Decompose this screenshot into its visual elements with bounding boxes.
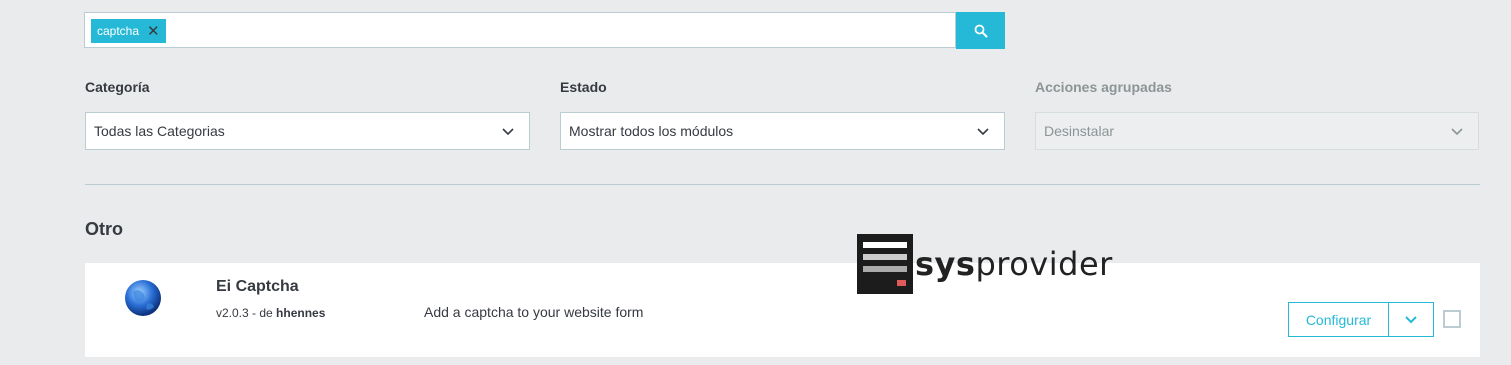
search-tag-captcha: captcha ✕: [91, 19, 166, 43]
globe-icon: [125, 280, 161, 316]
sysprovider-logo-icon: [857, 234, 913, 294]
watermark-text: sysprovider: [915, 245, 1113, 283]
search-button[interactable]: [956, 12, 1005, 49]
module-name: Ei Captcha: [216, 278, 299, 295]
chevron-down-icon: [1451, 128, 1463, 136]
search-icon: [974, 24, 987, 37]
module-version-text: v2.0.3 - de: [216, 306, 273, 320]
section-divider: [85, 184, 1480, 185]
chevron-down-icon: [977, 128, 989, 136]
module-author: hhennes: [276, 306, 326, 320]
watermark-text-bold: sys: [915, 245, 976, 283]
watermark-text-regular: provider: [975, 245, 1113, 283]
chevron-down-icon: [502, 128, 514, 136]
module-search-field[interactable]: captcha ✕: [84, 12, 956, 48]
category-filter-label: Categoría: [85, 79, 150, 95]
chevron-down-icon: [1405, 315, 1417, 323]
bulk-actions-label: Acciones agrupadas: [1035, 79, 1172, 95]
status-select-value: Mostrar todos los módulos: [569, 123, 734, 139]
status-filter-label: Estado: [560, 79, 607, 95]
sysprovider-watermark: sysprovider: [857, 234, 1113, 294]
category-select-value: Todas las Categorias: [94, 123, 225, 139]
module-select-checkbox[interactable]: [1443, 310, 1461, 328]
search-tag-label: captcha: [97, 24, 140, 38]
status-select[interactable]: Mostrar todos los módulos: [560, 112, 1005, 150]
module-actions-dropdown-button[interactable]: [1388, 302, 1434, 337]
section-title: Otro: [85, 219, 123, 239]
module-version: v2.0.3 - de hhennes: [216, 306, 325, 320]
remove-tag-icon[interactable]: ✕: [147, 24, 160, 39]
module-description: Add a captcha to your website form: [424, 304, 644, 320]
module-card: Ei Captcha v2.0.3 - de hhennes Add a cap…: [85, 263, 1480, 357]
configure-button[interactable]: Configurar: [1288, 302, 1389, 337]
bulk-actions-select-value: Desinstalar: [1044, 123, 1115, 139]
category-select[interactable]: Todas las Categorias: [85, 112, 530, 150]
bulk-actions-select: Desinstalar: [1035, 112, 1479, 150]
